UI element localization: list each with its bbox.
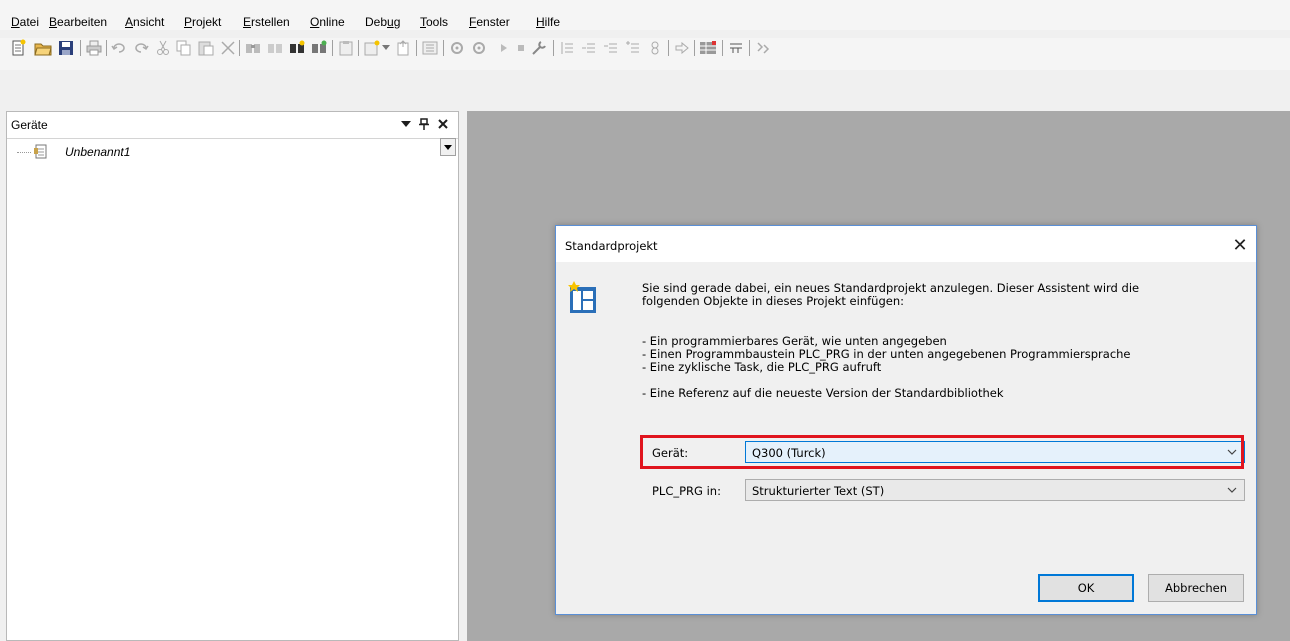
upload-icon[interactable]: [394, 38, 412, 58]
build-icon[interactable]: [448, 38, 466, 58]
breakpoint-icon[interactable]: [624, 38, 642, 58]
toolbar-separator: [106, 40, 107, 56]
menu-datei[interactable]: Datei: [11, 15, 39, 29]
menu-bearbeiten[interactable]: Bearbeiten: [49, 15, 107, 29]
standard-project-dialog: Standardprojekt ✕ Sie sind gerade dabei,…: [555, 225, 1257, 615]
redo-icon[interactable]: [132, 38, 150, 58]
highlight-box: [640, 435, 1244, 469]
add-object-icon[interactable]: [363, 38, 381, 58]
open-folder-icon[interactable]: [34, 38, 52, 58]
toolbar-separator: [332, 40, 333, 56]
paste-icon[interactable]: [197, 38, 215, 58]
devices-pane-header: Geräte: [7, 112, 458, 139]
toolbar-separator: [358, 40, 359, 56]
tool-icon[interactable]: [530, 38, 548, 58]
close-icon[interactable]: ✕: [1229, 234, 1251, 256]
find-icon[interactable]: [244, 38, 262, 58]
chevron-down-icon[interactable]: [381, 38, 391, 58]
compare-icon[interactable]: [754, 38, 772, 58]
arrow-right-icon[interactable]: [673, 38, 691, 58]
devices-pane-title: Geräte: [11, 118, 48, 132]
cut-icon[interactable]: [154, 38, 172, 58]
grid-icon[interactable]: [699, 38, 717, 58]
toolbar-separator: [80, 40, 81, 56]
close-icon[interactable]: [436, 117, 450, 131]
filter-icon[interactable]: [727, 38, 745, 58]
language-select-value: Strukturierter Text (ST): [752, 484, 885, 498]
delete-icon[interactable]: [219, 38, 237, 58]
intro-text-line2: folgenden Objekte in dieses Projekt einf…: [642, 294, 904, 308]
menu-ansicht[interactable]: Ansicht: [125, 15, 164, 29]
toolbar-separator: [443, 40, 444, 56]
step-into-icon[interactable]: [558, 38, 576, 58]
find-highlight-icon[interactable]: [288, 38, 306, 58]
run-icon[interactable]: [495, 38, 513, 58]
pin-icon[interactable]: [417, 117, 431, 131]
language-select[interactable]: Strukturierter Text (ST): [745, 479, 1245, 501]
toolbar: [0, 38, 1290, 70]
clipboard-icon[interactable]: [337, 38, 355, 58]
undo-icon[interactable]: [110, 38, 128, 58]
toolbar-separator: [668, 40, 669, 56]
settings-icon[interactable]: [646, 38, 664, 58]
menu-hilfe[interactable]: Hilfe: [536, 15, 560, 29]
cancel-button[interactable]: Abbrechen: [1148, 574, 1244, 602]
replace-icon[interactable]: [310, 38, 328, 58]
ok-button[interactable]: OK: [1038, 574, 1134, 602]
menu-bar: Datei Bearbeiten Ansicht Projekt Erstell…: [0, 0, 1290, 30]
menu-fenster[interactable]: Fenster: [469, 15, 510, 29]
dialog-titlebar: Standardprojekt ✕: [556, 226, 1256, 262]
step-over-icon[interactable]: [580, 38, 598, 58]
menu-tools[interactable]: Tools: [420, 15, 448, 29]
pane-menu-icon[interactable]: [399, 117, 413, 131]
toolbar-separator: [416, 40, 417, 56]
find-next-icon[interactable]: [266, 38, 284, 58]
menu-online[interactable]: Online: [310, 15, 345, 29]
save-icon[interactable]: [57, 38, 75, 58]
menu-projekt[interactable]: Projekt: [184, 15, 221, 29]
project-icon: [33, 143, 49, 159]
library-icon[interactable]: [421, 38, 439, 58]
tree-connector: [17, 152, 31, 153]
toolbar-separator: [749, 40, 750, 56]
toolbar-separator: [239, 40, 240, 56]
rebuild-icon[interactable]: [470, 38, 488, 58]
menu-debug[interactable]: Debug: [365, 15, 400, 29]
toolbar-separator: [694, 40, 695, 56]
tree-item-project[interactable]: Unbenannt1: [17, 143, 437, 161]
tree-item-label: Unbenannt1: [65, 145, 131, 159]
bullet-item: - Eine zyklische Task, die PLC_PRG aufru…: [642, 360, 882, 374]
menu-erstellen[interactable]: Erstellen: [243, 15, 290, 29]
step-out-icon[interactable]: [602, 38, 620, 58]
plc-prg-label: PLC_PRG in:: [652, 484, 721, 498]
new-project-icon[interactable]: [10, 38, 28, 58]
toolbar-separator: [722, 40, 723, 56]
chevron-down-icon: [1226, 484, 1238, 496]
copy-icon[interactable]: [175, 38, 193, 58]
wizard-icon: [566, 279, 602, 315]
dialog-title: Standardprojekt: [565, 239, 658, 253]
pane-dropdown-button[interactable]: [440, 138, 456, 156]
toolbar-area: [0, 70, 1290, 108]
toolbar-separator: [553, 40, 554, 56]
print-icon[interactable]: [85, 38, 103, 58]
stop-icon[interactable]: [512, 38, 530, 58]
devices-pane: Geräte Unbenannt1: [6, 111, 459, 641]
bullet-item: - Eine Referenz auf die neueste Version …: [642, 386, 1004, 400]
